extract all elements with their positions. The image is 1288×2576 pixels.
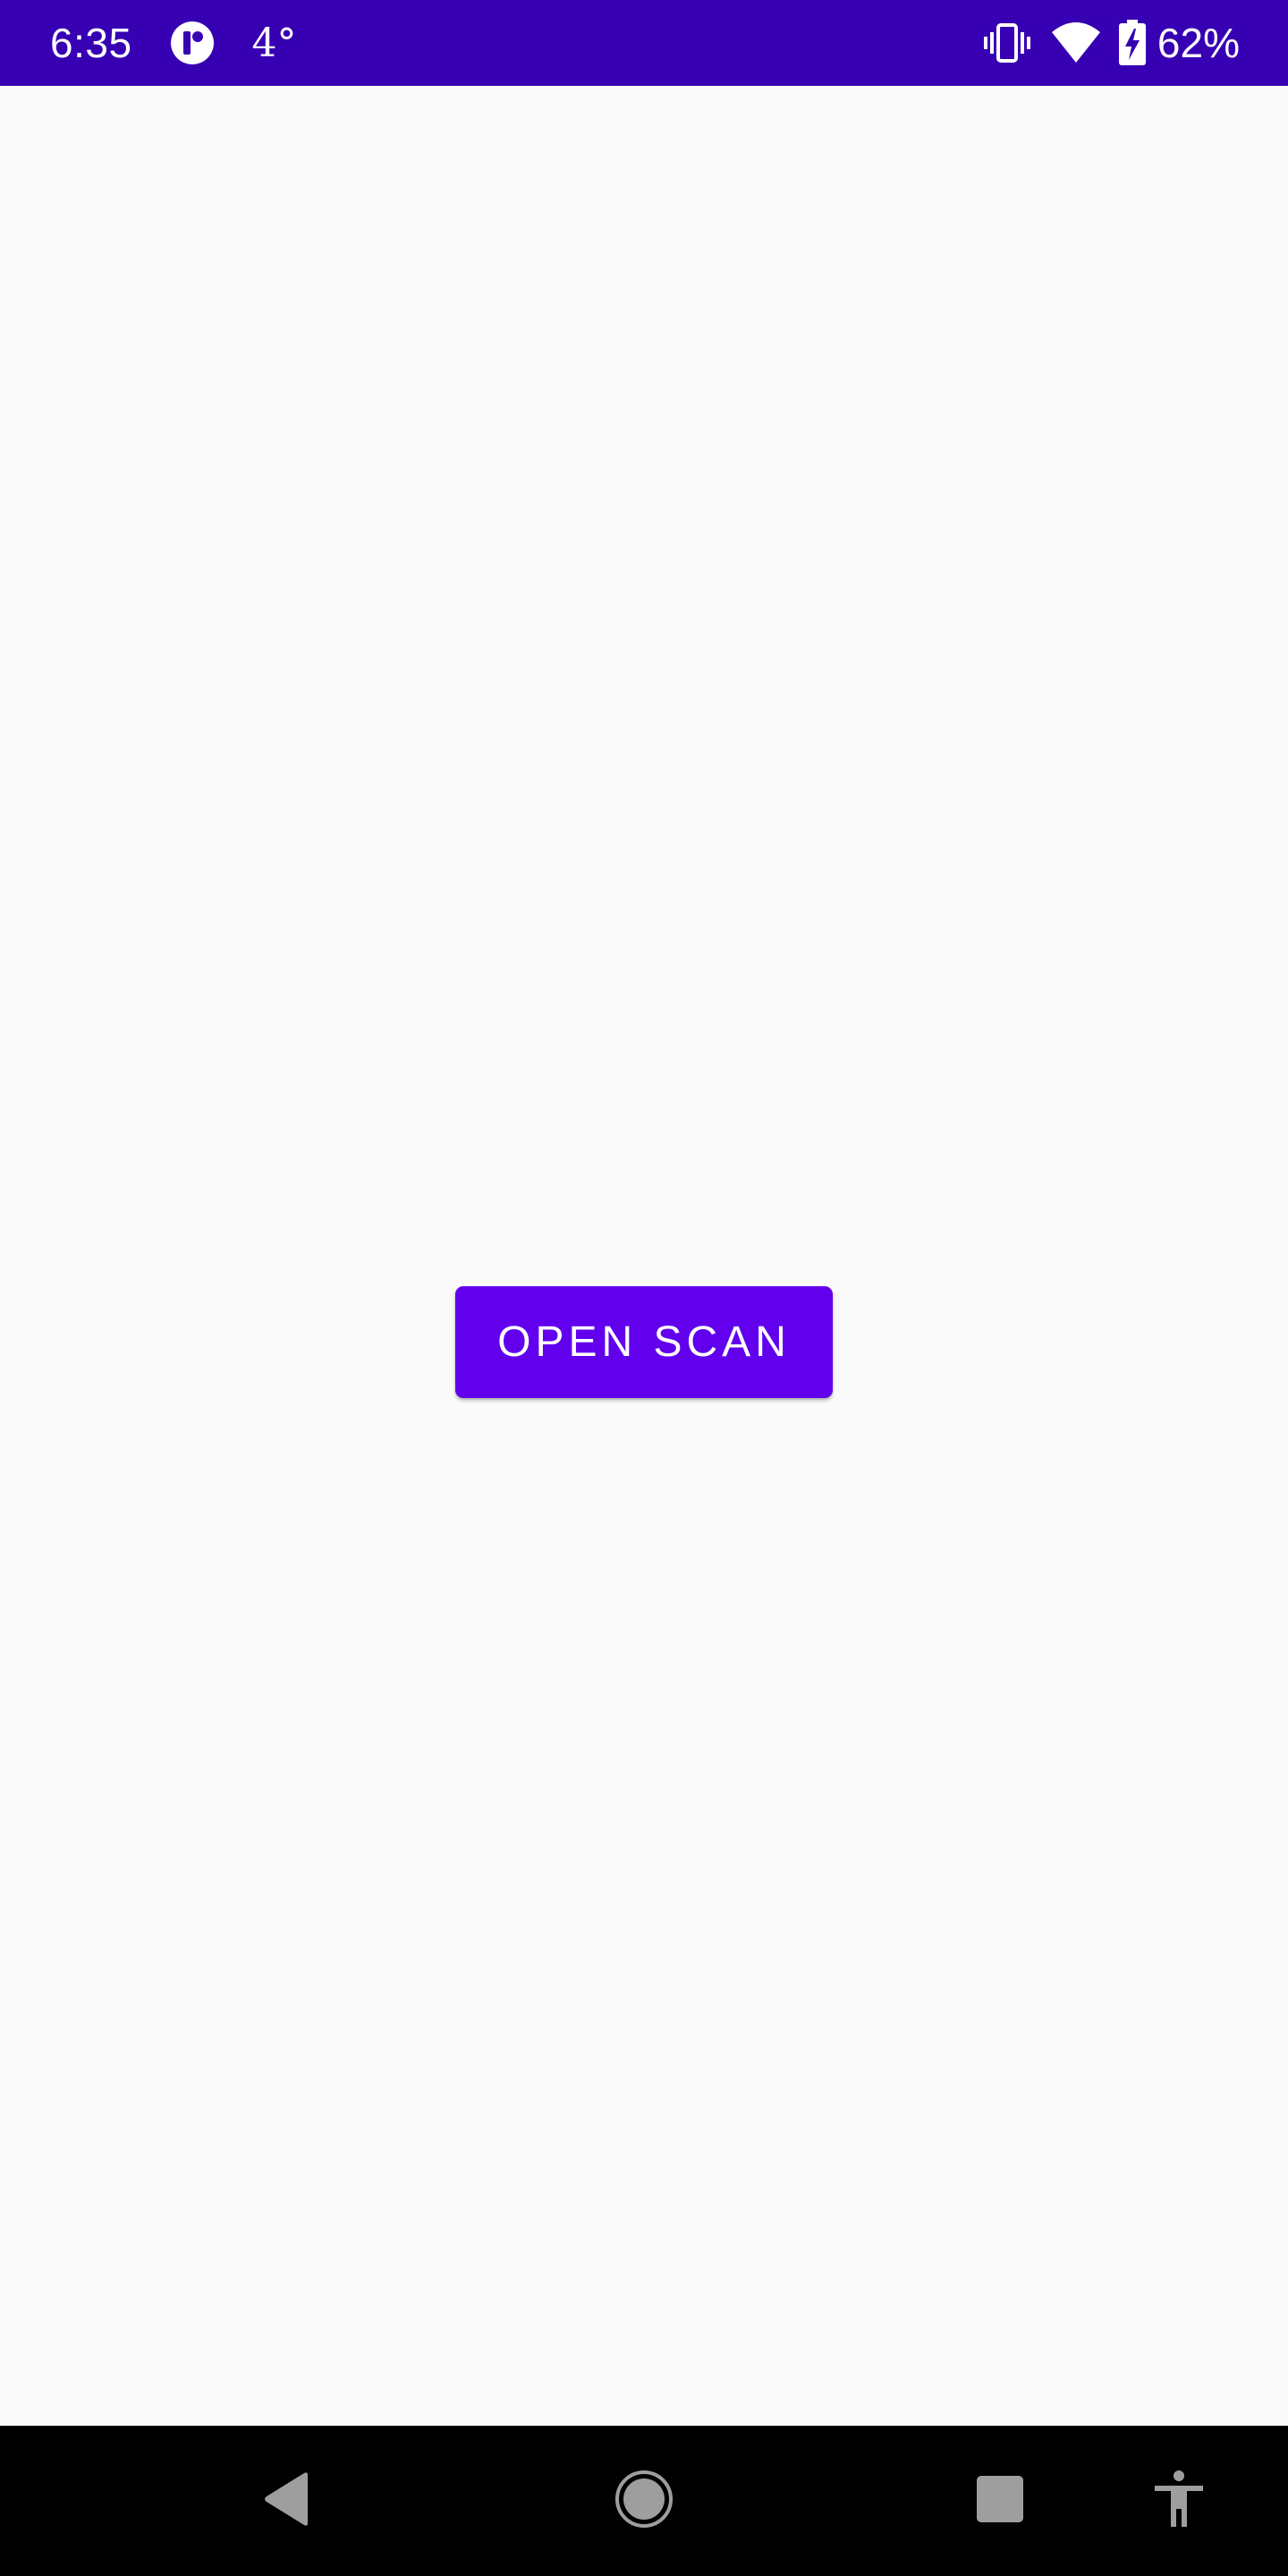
back-button[interactable]	[233, 2426, 340, 2576]
navigation-bar	[0, 2426, 1288, 2576]
status-bar: 6:35 4° 62%	[0, 0, 1288, 86]
recents-icon	[975, 2474, 1025, 2529]
wifi-icon	[1050, 20, 1102, 66]
main-content: OPEN SCAN	[0, 86, 1288, 2426]
status-right: 62%	[983, 0, 1240, 86]
status-temperature: 4°	[251, 20, 297, 66]
battery-charging-icon	[1118, 20, 1147, 66]
back-icon	[261, 2471, 311, 2531]
battery-percent: 62%	[1157, 20, 1240, 66]
home-icon	[614, 2470, 674, 2533]
status-time: 6:35	[50, 20, 132, 66]
accessibility-icon	[1153, 2470, 1205, 2533]
app-notification-icon	[170, 21, 215, 65]
accessibility-button[interactable]	[1125, 2426, 1233, 2576]
status-left: 6:35 4°	[50, 0, 297, 86]
open-scan-button[interactable]: OPEN SCAN	[455, 1286, 833, 1398]
home-button[interactable]	[590, 2426, 698, 2576]
vibrate-icon	[983, 20, 1030, 66]
recents-button[interactable]	[946, 2426, 1054, 2576]
